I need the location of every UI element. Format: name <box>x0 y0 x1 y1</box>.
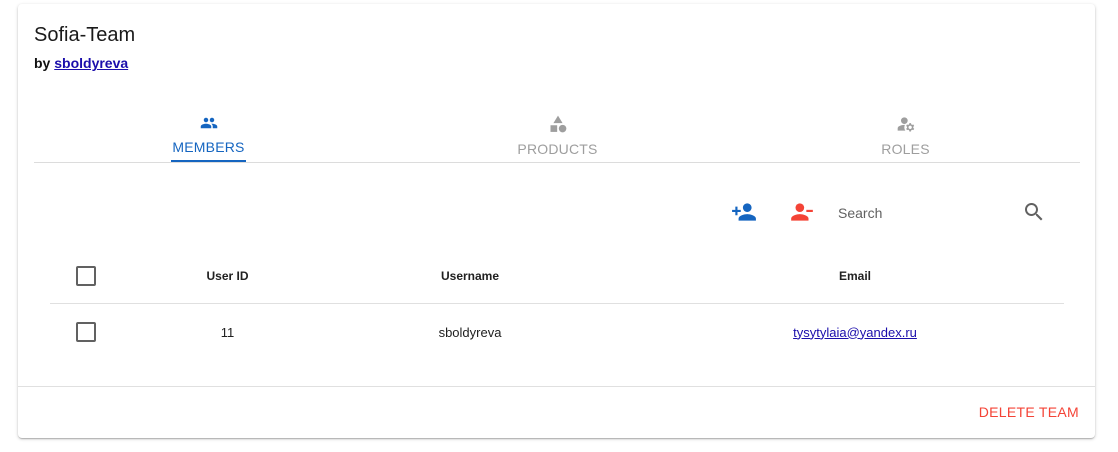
team-owner-line: by sboldyreva <box>34 55 128 71</box>
tab-roles[interactable]: ROLES <box>731 104 1080 162</box>
tab-members[interactable]: MEMBERS <box>34 104 383 162</box>
card-actions: DELETE TEAM <box>18 386 1095 438</box>
table-row[interactable]: 11 sboldyreva tysytylaia@yandex.ru <box>50 304 1064 360</box>
person-remove-icon <box>791 203 813 221</box>
by-prefix: by <box>34 55 51 71</box>
team-title: Sofia-Team <box>34 24 136 46</box>
column-header-username[interactable]: Username <box>400 248 540 304</box>
search-icon <box>1025 203 1043 221</box>
email-cell: tysytylaia@yandex.ru <box>750 304 960 360</box>
row-checkbox[interactable] <box>76 322 96 342</box>
username-cell: sboldyreva <box>438 324 502 340</box>
owner-link[interactable]: sboldyreva <box>54 55 128 71</box>
search-input[interactable] <box>838 201 1018 225</box>
manage-accounts-icon <box>897 117 914 132</box>
team-tabs: MEMBERS PRODUCTS ROLES <box>34 104 1080 163</box>
tab-roles-label: ROLES <box>881 141 930 157</box>
person-add-icon <box>732 203 756 221</box>
select-all-checkbox[interactable] <box>76 266 96 286</box>
table-header-row: User ID Username Email <box>50 248 1064 304</box>
add-member-button[interactable] <box>728 196 760 228</box>
category-shapes-icon <box>550 115 566 133</box>
user-id-cell: 11 <box>220 324 235 340</box>
delete-team-button[interactable]: DELETE TEAM <box>979 404 1079 420</box>
team-card: Sofia-Team by sboldyreva MEMBERS PRODUCT… <box>18 4 1095 438</box>
search-button[interactable] <box>1018 196 1050 228</box>
column-header-user-id[interactable]: User ID <box>160 248 295 304</box>
members-table: User ID Username Email 11 sboldyreva tys… <box>50 248 1064 360</box>
column-header-email[interactable]: Email <box>750 248 960 304</box>
tab-members-label: MEMBERS <box>171 139 246 162</box>
tab-products-label: PRODUCTS <box>517 141 598 157</box>
email-link[interactable]: tysytylaia@yandex.ru <box>793 325 917 340</box>
remove-member-button[interactable] <box>786 196 818 228</box>
tab-products[interactable]: PRODUCTS <box>383 104 732 162</box>
people-icon <box>200 117 217 129</box>
